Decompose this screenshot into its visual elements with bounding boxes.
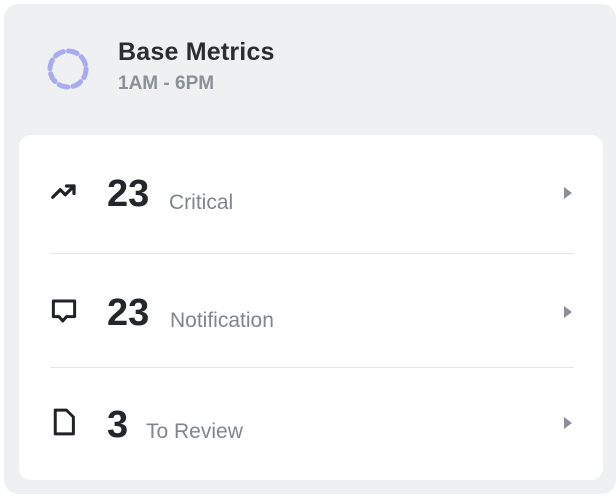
chevron-right-icon[interactable]	[562, 416, 574, 430]
metric-row-to-review[interactable]: 3 To Review	[19, 368, 603, 480]
base-metrics-panel: Base Metrics 1AM - 6PM 23 Critical 23 No…	[4, 4, 616, 494]
metric-value: 23	[107, 173, 150, 215]
trending-up-icon	[51, 184, 76, 199]
message-square-icon	[51, 299, 77, 323]
metric-value: 3	[107, 404, 129, 446]
metric-label: To Review	[146, 420, 243, 443]
time-range: 1AM - 6PM	[118, 73, 215, 94]
panel-header: Base Metrics 1AM - 6PM	[4, 4, 616, 134]
chevron-right-icon[interactable]	[562, 305, 574, 319]
dashed-circle-icon	[47, 48, 89, 90]
metric-label: Critical	[169, 191, 234, 214]
panel-title: Base Metrics	[118, 38, 275, 66]
document-icon	[53, 408, 75, 436]
metric-row-critical[interactable]: 23 Critical	[19, 135, 603, 247]
metric-label: Notification	[170, 309, 274, 332]
metric-row-notification[interactable]: 23 Notification	[19, 254, 603, 366]
metrics-card: 23 Critical 23 Notification 3 To Review	[19, 135, 603, 480]
metric-value: 23	[107, 292, 150, 334]
chevron-right-icon[interactable]	[562, 186, 574, 200]
